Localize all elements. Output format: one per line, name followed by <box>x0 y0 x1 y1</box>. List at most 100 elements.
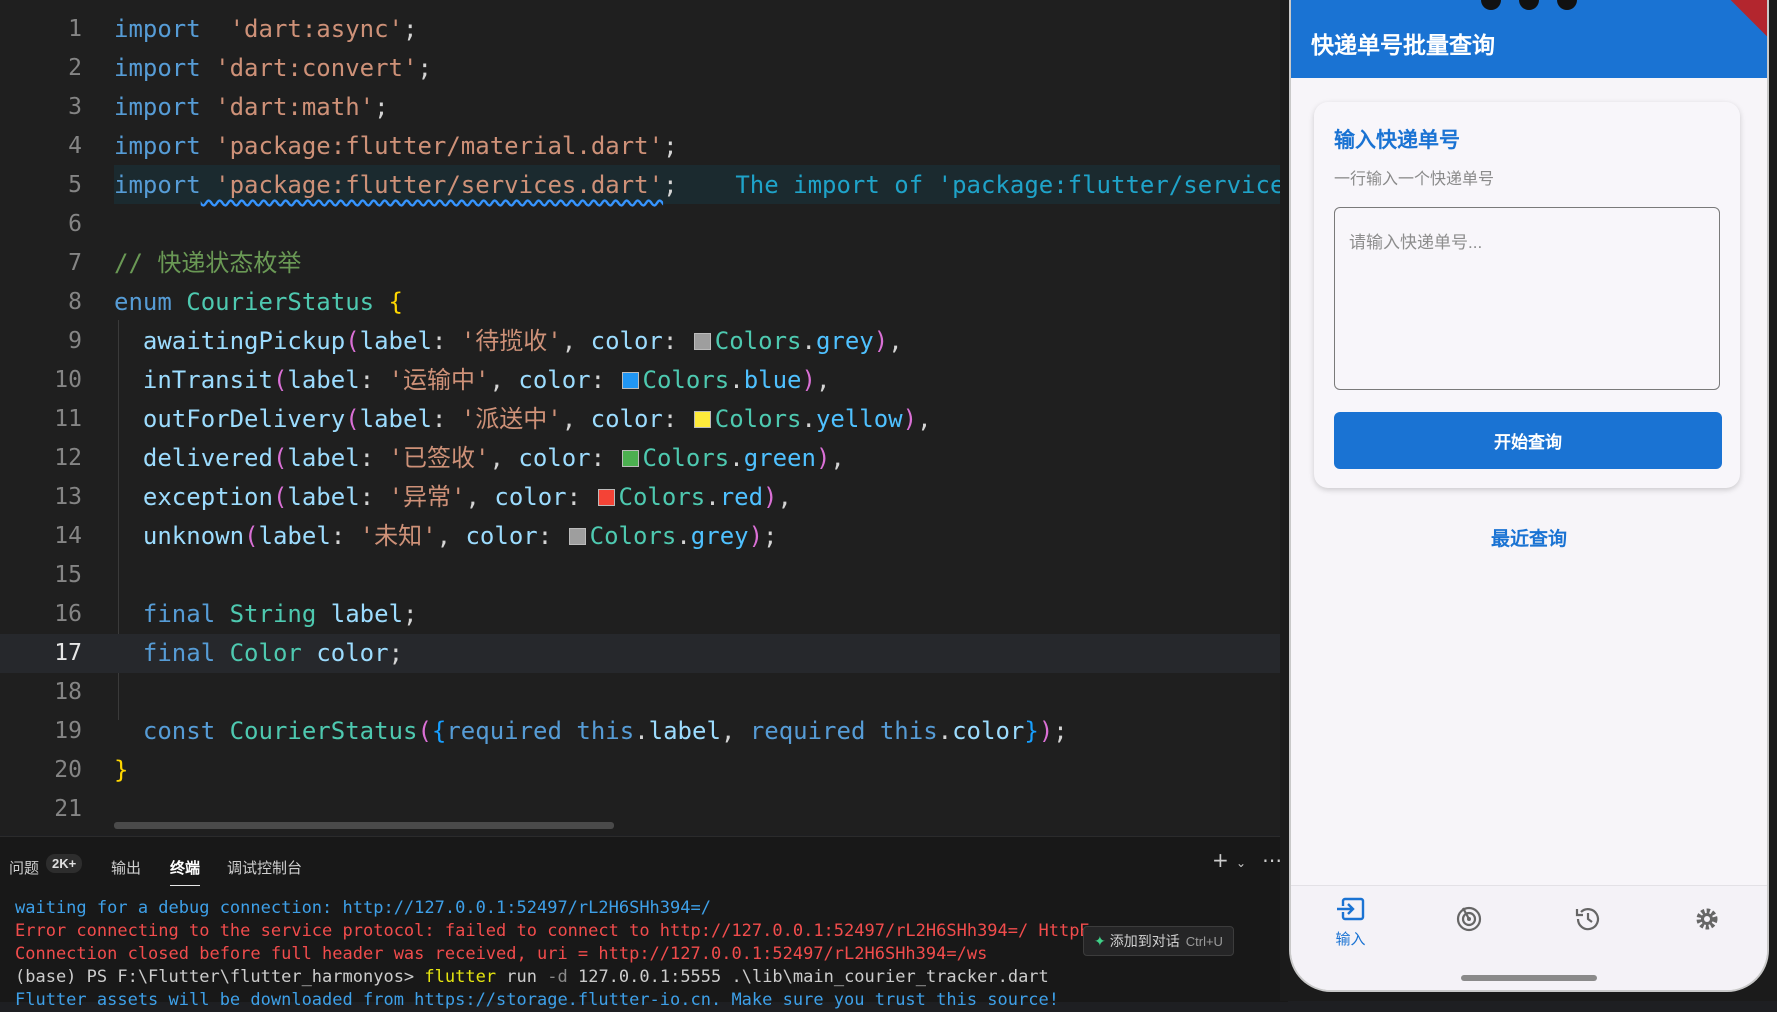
line-number: 2 <box>68 55 82 81</box>
tab-terminal[interactable]: 终端 <box>170 857 201 886</box>
code-token: 'dart:math' <box>200 93 375 121</box>
home-indicator[interactable] <box>1461 975 1597 981</box>
code-token: ) <box>748 522 764 550</box>
color-swatch[interactable] <box>568 528 586 545</box>
code-line[interactable]: 15 <box>0 556 1280 595</box>
code-token: . <box>729 444 744 472</box>
line-number: 7 <box>68 250 82 276</box>
shortcut-hint: Ctrl+U <box>1185 934 1223 949</box>
code-line[interactable]: 9 awaitingPickup(label: '待揽收', color: Co… <box>0 322 1280 361</box>
code-token: : <box>359 366 389 394</box>
nav-item-history[interactable] <box>1529 886 1648 956</box>
chevron-down-icon[interactable]: ⌄ <box>1236 856 1246 870</box>
code-line[interactable]: 17 final Color color; <box>0 634 1280 673</box>
code-token: label <box>287 366 360 394</box>
code-token: import <box>114 171 201 199</box>
color-swatch[interactable] <box>693 411 711 428</box>
tab-output[interactable]: 输出 <box>111 857 141 878</box>
code-line[interactable]: 18 <box>0 673 1280 712</box>
code-text: import 'dart:math'; <box>114 88 389 127</box>
line-number: 9 <box>68 328 82 354</box>
code-line[interactable]: 1 import 'dart:async'; <box>0 10 1280 49</box>
code-token: Colors <box>642 444 730 472</box>
recent-queries-link[interactable]: 最近查询 <box>1291 524 1767 551</box>
code-line[interactable]: 14 unknown(label: '未知', color: Colors.gr… <box>0 517 1280 556</box>
nav-label-input: 输入 <box>1335 931 1366 948</box>
code-line[interactable]: 20} <box>0 751 1280 790</box>
code-token: : <box>431 327 461 355</box>
color-swatch[interactable] <box>597 489 615 506</box>
code-line[interactable]: 6 <box>0 205 1280 244</box>
code-token: ( <box>244 522 259 550</box>
terminal-line: Error connecting to the service protocol… <box>15 921 1111 941</box>
nav-item-settings[interactable] <box>1648 886 1767 956</box>
tracking-numbers-input[interactable] <box>1334 207 1720 390</box>
debug-banner <box>1710 0 1767 45</box>
code-token: , <box>465 483 495 511</box>
more-icon[interactable]: ⋯ <box>1262 848 1282 872</box>
code-text: } <box>114 751 128 790</box>
phone-emulator: 快递单号批量查询 输入快递单号 一行输入一个快递单号 开始查询 最近查询 输入 <box>1289 0 1769 992</box>
code-token: 'dart:convert' <box>200 54 418 82</box>
code-line[interactable]: 13 exception(label: '异常', color: Colors.… <box>0 478 1280 517</box>
code-token: Color <box>229 639 302 667</box>
code-token: . <box>634 717 649 745</box>
code-line[interactable]: 4 import 'package:flutter/material.dart'; <box>0 127 1280 166</box>
code-token: ) <box>815 444 831 472</box>
add-terminal-icon[interactable]: + <box>1212 848 1229 872</box>
tab-problems[interactable]: 问题 <box>9 857 39 878</box>
nav-item-track[interactable] <box>1410 886 1529 956</box>
code-editor[interactable]: 1 import 'dart:async'; 2 import 'dart:conve… <box>0 0 1280 835</box>
line-number: 10 <box>54 367 82 393</box>
code-token: : <box>359 444 389 472</box>
code-token: , <box>489 444 519 472</box>
code-token: , <box>720 717 750 745</box>
nav-item-input[interactable]: 输入 <box>1291 886 1410 956</box>
code-token: ) <box>1038 717 1054 745</box>
color-swatch[interactable] <box>621 450 639 467</box>
code-line[interactable]: 11 outForDelivery(label: '派送中', color: C… <box>0 400 1280 439</box>
code-line[interactable]: 19 const CourierStatus({required this.la… <box>0 712 1280 751</box>
code-token: : <box>359 483 389 511</box>
code-token: : <box>590 366 620 394</box>
line-number: 20 <box>54 757 82 783</box>
add-to-chat-button[interactable]: ✦ 添加到对话 Ctrl+U <box>1083 926 1234 956</box>
code-token: } <box>114 756 129 784</box>
color-swatch[interactable] <box>693 333 711 350</box>
code-line[interactable]: 8 enum CourierStatus { <box>0 283 1280 322</box>
terminal-command-line[interactable]: (base) PS F:\Flutter\flutter_harmonyos> … <box>15 966 1049 989</box>
code-token: ( <box>272 444 288 472</box>
code-token: ) <box>763 483 778 511</box>
code-line[interactable]: 3 import 'dart:math'; <box>0 88 1280 127</box>
code-token: : <box>537 522 567 550</box>
code-token: } <box>1024 717 1039 745</box>
page-title: 快递单号批量查询 <box>1311 32 1495 58</box>
code-line[interactable]: 10 inTransit(label: '运输中', color: Colors… <box>0 361 1280 400</box>
start-query-button[interactable]: 开始查询 <box>1334 412 1722 469</box>
code-token: , <box>830 444 845 472</box>
code-token: ; <box>763 522 778 550</box>
code-token: exception <box>142 483 273 511</box>
code-token: : <box>330 522 360 550</box>
code-line[interactable]: 2 import 'dart:convert'; <box>0 49 1280 88</box>
code-token: ( <box>272 366 288 394</box>
code-line[interactable]: 16 final String label; <box>0 595 1280 634</box>
card-subtitle: 一行输入一个快递单号 <box>1334 171 1495 188</box>
code-token: Colors <box>714 327 802 355</box>
code-line[interactable]: 7 // 快递状态枚举 <box>0 244 1280 283</box>
code-token: // 快递状态枚举 <box>114 249 302 277</box>
code-token: import <box>114 93 201 121</box>
code-text: enum CourierStatus { <box>114 283 403 322</box>
code-token: . <box>801 327 816 355</box>
horizontal-scrollbar[interactable] <box>114 822 614 829</box>
code-text: final Color color; <box>114 634 403 673</box>
code-token: : <box>431 405 461 433</box>
code-line[interactable]: 5 import 'package:flutter/services.dart';… <box>0 166 1280 205</box>
code-line[interactable]: 12 delivered(label: '已签收', color: Colors… <box>0 439 1280 478</box>
tab-debug-console[interactable]: 调试控制台 <box>227 857 302 878</box>
color-swatch[interactable] <box>621 372 639 389</box>
code-token: color <box>518 444 591 472</box>
